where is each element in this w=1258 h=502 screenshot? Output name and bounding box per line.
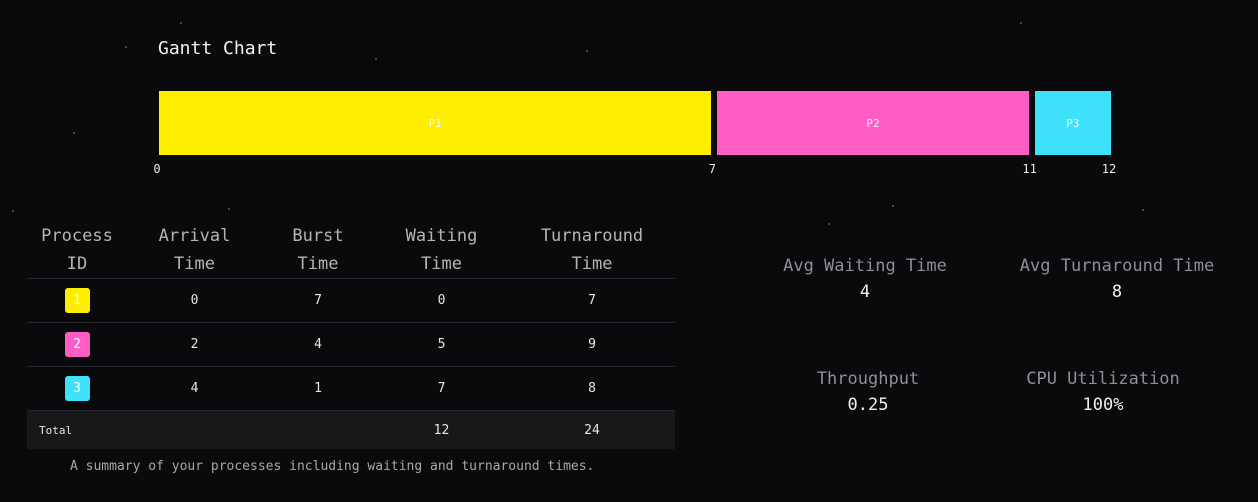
gantt-bar: P1 P2 P3	[159, 91, 1111, 155]
waiting-cell: 0	[374, 278, 509, 323]
star-dot	[586, 50, 588, 52]
star-dot	[73, 132, 75, 134]
cpu-utilization-value: 100%	[1082, 395, 1124, 415]
avg-turnaround-label: Avg Turnaround Time	[1019, 256, 1215, 276]
star-dot	[828, 223, 830, 225]
header-waiting-time: Waiting Time	[405, 226, 478, 274]
gantt-tick-label: 11	[1022, 162, 1037, 176]
star-dot	[228, 208, 230, 210]
table-caption: A summary of your processes including wa…	[70, 459, 595, 474]
gantt-chart-title: Gantt Chart	[158, 38, 278, 59]
header-turnaround-time: Turnaround Time	[540, 226, 644, 274]
star-dot	[1142, 209, 1144, 211]
arrival-cell: 0	[127, 278, 262, 323]
star-dot	[180, 22, 182, 24]
throughput-stat: Throughput 0.25	[790, 369, 946, 415]
avg-waiting-value: 4	[859, 282, 871, 302]
gantt-segment-p1: P1	[159, 91, 712, 155]
throughput-label: Throughput	[816, 369, 920, 389]
gantt-tick-label: 12	[1101, 162, 1117, 176]
arrival-cell: 2	[127, 322, 262, 367]
star-dot	[892, 205, 894, 207]
arrival-cell: 4	[127, 366, 262, 411]
process-id-badge: 3	[64, 376, 90, 401]
process-id-cell: 2	[27, 322, 127, 367]
table-row: 2 2 4 5 9	[27, 322, 675, 367]
turnaround-cell: 9	[509, 322, 675, 367]
header-process-id: Process ID	[41, 226, 113, 274]
gantt-tick-label: 7	[708, 162, 716, 176]
total-label: Total	[27, 410, 127, 449]
avg-turnaround-stat: Avg Turnaround Time 8	[1000, 256, 1234, 302]
burst-cell: 7	[262, 278, 374, 323]
gantt-segment-p3: P3	[1034, 91, 1111, 155]
process-id-cell: 3	[27, 366, 127, 411]
avg-waiting-stat: Avg Waiting Time 4	[762, 256, 968, 302]
process-table: Process ID Arrival Time Burst Time Waiti…	[27, 222, 675, 449]
process-id-badge: 1	[64, 288, 90, 313]
cpu-utilization-stat: CPU Utilization 100%	[1010, 369, 1196, 415]
cpu-utilization-label: CPU Utilization	[1026, 369, 1180, 389]
table-row: 1 0 7 0 7	[27, 278, 675, 323]
throughput-value: 0.25	[847, 395, 889, 415]
burst-cell: 1	[262, 366, 374, 411]
burst-cell: 4	[262, 322, 374, 367]
process-id-cell: 1	[27, 278, 127, 323]
header-arrival-time: Arrival Time	[158, 226, 231, 274]
star-dot	[12, 210, 14, 212]
avg-turnaround-value: 8	[1111, 282, 1123, 302]
total-waiting: 12	[374, 410, 509, 449]
table-header-row: Process ID Arrival Time Burst Time Waiti…	[27, 222, 675, 279]
waiting-cell: 5	[374, 322, 509, 367]
gantt-tick-label: 0	[153, 162, 161, 176]
gantt-segment-p2: P2	[717, 91, 1029, 155]
table-row: 3 4 1 7 8	[27, 366, 675, 411]
table-total-row: Total 12 24	[27, 410, 675, 449]
turnaround-cell: 8	[509, 366, 675, 411]
star-dot	[1020, 22, 1022, 24]
process-id-badge: 2	[64, 332, 90, 357]
star-dot	[125, 46, 127, 48]
header-burst-time: Burst Time	[292, 226, 344, 274]
avg-waiting-label: Avg Waiting Time	[783, 256, 947, 276]
star-dot	[375, 58, 377, 60]
waiting-cell: 7	[374, 366, 509, 411]
total-turnaround: 24	[509, 410, 675, 449]
turnaround-cell: 7	[509, 278, 675, 323]
